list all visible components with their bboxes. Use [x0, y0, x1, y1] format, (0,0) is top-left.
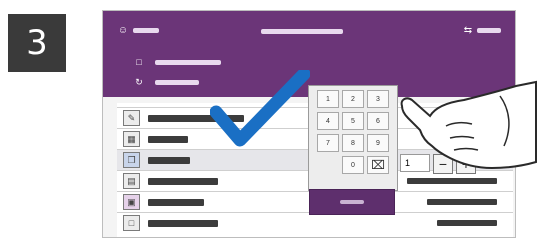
key-7[interactable]: 7	[317, 134, 339, 152]
numeric-keypad: 1 2 3 4 5 6 7 8 9 0 ⌧	[308, 85, 398, 191]
step-number-badge: 3	[8, 14, 66, 72]
header-line-2-placeholder	[155, 80, 199, 85]
key-3[interactable]: 3	[367, 90, 389, 108]
list-item-value	[407, 178, 497, 184]
list-item[interactable]: □	[117, 212, 513, 233]
paper-supply-icon: ▤	[123, 173, 140, 189]
document-icon: □	[123, 215, 140, 231]
list-item-label	[148, 219, 218, 227]
sides-icon: ▦	[123, 131, 140, 147]
user-icon[interactable]: ☺	[117, 25, 129, 36]
settings-icon[interactable]: ⇆	[462, 25, 474, 36]
key-0[interactable]: 0	[342, 156, 364, 174]
key-6[interactable]: 6	[367, 112, 389, 130]
key-9[interactable]: 9	[367, 134, 389, 152]
list-item-label	[148, 156, 190, 164]
pointing-hand-icon	[400, 80, 537, 170]
reset-icon[interactable]: ↻	[133, 77, 145, 88]
step-number: 3	[26, 23, 48, 63]
key-1[interactable]: 1	[317, 90, 339, 108]
clear-key[interactable]: ⌧	[367, 156, 389, 174]
key-4[interactable]: 4	[317, 112, 339, 130]
list-item-value	[427, 199, 497, 205]
key-8[interactable]: 8	[342, 134, 364, 152]
header-line-1-placeholder	[155, 59, 221, 65]
list-item-value	[437, 220, 497, 226]
settings-label-placeholder	[477, 28, 501, 33]
user-name-placeholder	[133, 28, 159, 33]
list-item-label	[148, 177, 218, 185]
checkmark-icon	[210, 70, 310, 147]
list-item-label	[148, 198, 204, 206]
list-item-label	[148, 135, 188, 143]
key-2[interactable]: 2	[342, 90, 364, 108]
copies-icon: ❐	[123, 152, 140, 168]
header-title-placeholder	[261, 29, 343, 34]
output-color-icon: ▣	[123, 194, 140, 210]
confirm-button-label	[340, 200, 364, 204]
copy-icon[interactable]: □	[133, 57, 145, 67]
confirm-button[interactable]	[309, 189, 395, 215]
key-5[interactable]: 5	[342, 112, 364, 130]
color-mode-icon: ✎	[123, 110, 140, 126]
backspace-icon: ⌧	[371, 158, 385, 172]
